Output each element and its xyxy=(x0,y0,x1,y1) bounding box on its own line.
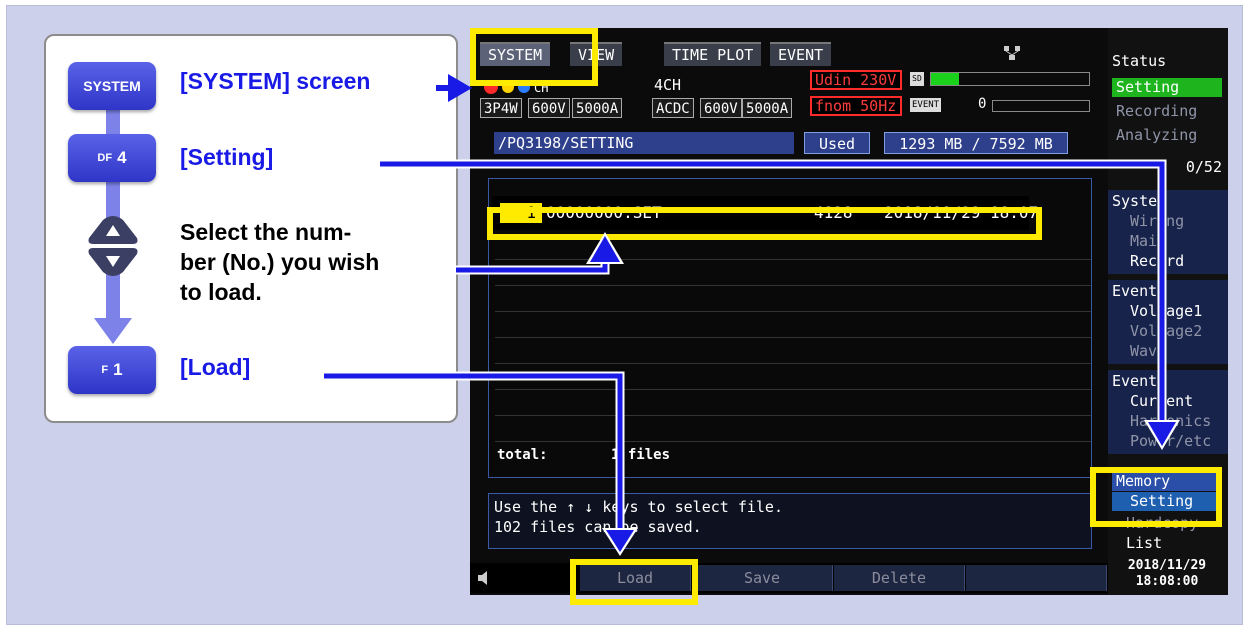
arrow-to-file-row-icon xyxy=(456,232,624,275)
arrow-to-system-tab-icon xyxy=(436,74,472,102)
arrow-to-load-key-icon xyxy=(324,371,638,556)
arrow-to-memory-setting-icon xyxy=(380,159,1180,450)
callout-arrows xyxy=(324,74,1180,556)
